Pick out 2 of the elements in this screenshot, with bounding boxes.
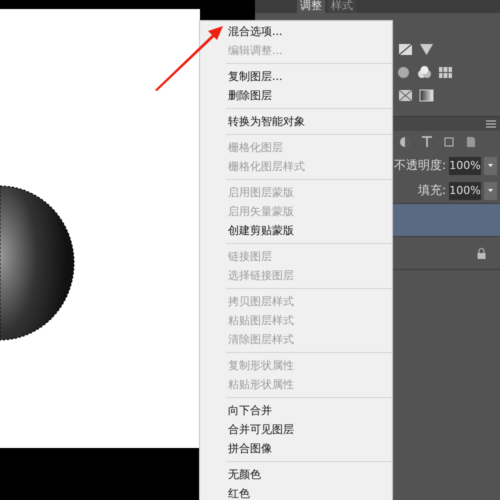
fill-label: 填充: <box>418 182 446 199</box>
opacity-label: 不透明度: <box>394 157 446 174</box>
